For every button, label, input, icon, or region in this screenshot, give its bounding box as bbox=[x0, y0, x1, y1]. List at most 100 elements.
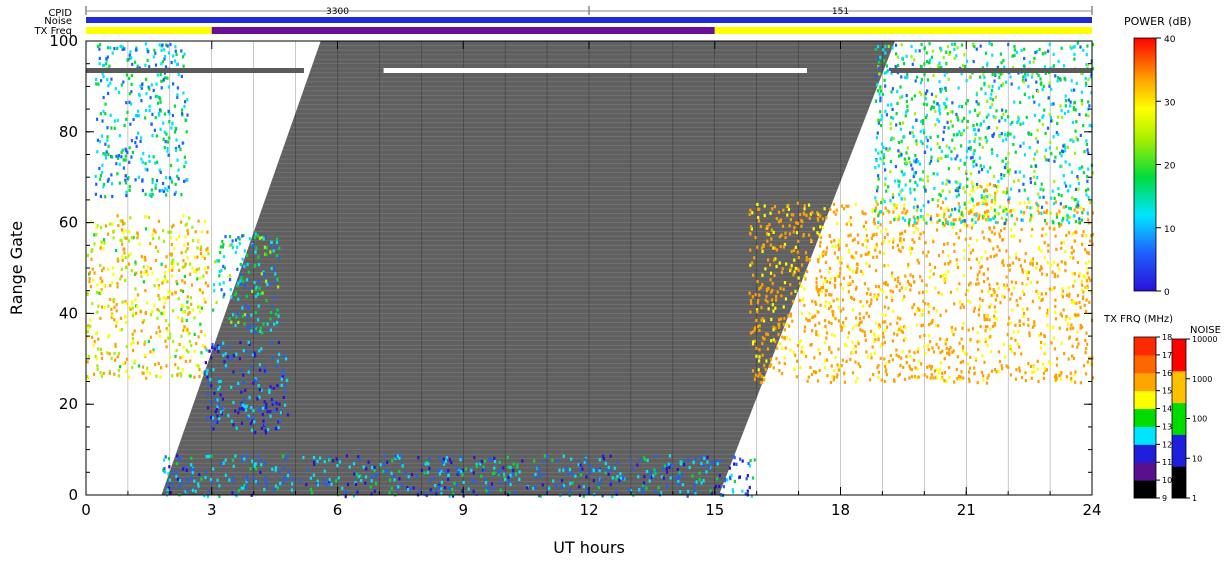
echo-mark bbox=[993, 321, 996, 326]
echo-mark bbox=[960, 43, 964, 47]
echo-mark bbox=[144, 288, 147, 293]
echo-mark bbox=[760, 374, 763, 378]
echo-mark bbox=[962, 305, 966, 309]
echo-mark bbox=[641, 490, 644, 494]
echo-mark bbox=[920, 324, 923, 328]
echo-mark bbox=[288, 470, 291, 474]
echo-mark bbox=[969, 172, 972, 176]
echo-mark bbox=[1069, 100, 1072, 104]
echo-mark bbox=[803, 207, 806, 211]
echo-mark bbox=[977, 347, 980, 352]
echo-mark bbox=[1030, 132, 1033, 137]
echo-mark bbox=[1030, 213, 1033, 217]
echo-mark bbox=[121, 242, 124, 246]
echo-mark bbox=[669, 476, 672, 480]
echo-mark bbox=[860, 320, 863, 324]
echo-mark bbox=[803, 212, 806, 216]
echo-mark bbox=[1024, 251, 1027, 256]
echo-mark bbox=[1024, 371, 1027, 375]
echo-mark bbox=[852, 326, 855, 330]
echo-mark bbox=[768, 222, 771, 227]
echo-mark bbox=[925, 51, 928, 55]
cpid-strip: 3300 151 bbox=[85, 6, 1093, 17]
echo-mark bbox=[998, 135, 1001, 139]
echo-mark bbox=[1043, 342, 1046, 346]
echo-mark bbox=[97, 304, 100, 308]
echo-mark bbox=[254, 232, 257, 236]
echo-mark bbox=[213, 289, 216, 293]
echo-mark bbox=[222, 264, 225, 269]
echo-mark bbox=[362, 465, 365, 469]
echo-mark bbox=[961, 326, 964, 330]
echo-mark bbox=[245, 294, 248, 298]
echo-mark bbox=[983, 196, 986, 200]
echo-mark bbox=[124, 181, 127, 185]
echo-mark bbox=[884, 206, 887, 210]
echo-mark bbox=[283, 390, 286, 394]
echo-mark bbox=[157, 309, 161, 313]
echo-mark bbox=[142, 280, 145, 284]
echo-mark bbox=[1045, 201, 1048, 205]
echo-mark bbox=[106, 135, 109, 139]
echo-mark bbox=[864, 212, 867, 216]
echo-mark bbox=[983, 75, 986, 80]
echo-mark bbox=[1085, 347, 1088, 351]
txfreq-strip bbox=[86, 27, 1092, 34]
txfreq-color-cell bbox=[1134, 337, 1156, 356]
echo-mark bbox=[877, 220, 880, 225]
echo-mark bbox=[152, 88, 155, 93]
echo-mark bbox=[1019, 100, 1022, 105]
echo-mark bbox=[953, 42, 956, 46]
echo-mark bbox=[180, 334, 183, 338]
echo-mark bbox=[819, 269, 822, 273]
echo-mark bbox=[1077, 313, 1080, 317]
echo-mark bbox=[253, 280, 256, 285]
echo-mark bbox=[975, 100, 978, 104]
echo-mark bbox=[905, 160, 908, 164]
echo-mark bbox=[131, 332, 134, 336]
echo-mark bbox=[1063, 111, 1067, 116]
echo-mark bbox=[181, 55, 185, 59]
echo-mark bbox=[761, 273, 764, 277]
echo-mark bbox=[556, 458, 559, 463]
echo-mark bbox=[906, 104, 909, 109]
echo-mark bbox=[991, 72, 994, 77]
echo-mark bbox=[820, 275, 823, 279]
echo-mark bbox=[1081, 283, 1084, 287]
echo-mark bbox=[131, 150, 134, 154]
echo-mark bbox=[1079, 323, 1082, 327]
echo-mark bbox=[1070, 300, 1074, 304]
echo-mark bbox=[733, 462, 736, 466]
echo-mark bbox=[1027, 362, 1030, 366]
echo-mark bbox=[885, 228, 888, 232]
echo-mark bbox=[932, 350, 936, 354]
echo-mark bbox=[426, 471, 429, 475]
echo-mark bbox=[754, 373, 757, 377]
echo-mark bbox=[823, 365, 827, 370]
echo-mark bbox=[316, 483, 320, 487]
echo-mark bbox=[213, 391, 216, 395]
echo-mark bbox=[116, 281, 119, 286]
echo-mark bbox=[231, 491, 234, 495]
echo-mark bbox=[918, 236, 921, 240]
echo-mark bbox=[836, 256, 839, 260]
echo-mark bbox=[967, 243, 971, 248]
echo-mark bbox=[280, 377, 283, 381]
echo-mark bbox=[1084, 275, 1087, 279]
echo-mark bbox=[230, 320, 233, 324]
echo-mark bbox=[897, 354, 900, 359]
echo-mark bbox=[194, 489, 197, 493]
echo-mark bbox=[989, 166, 992, 170]
echo-mark bbox=[965, 169, 968, 174]
echo-mark bbox=[1085, 139, 1088, 143]
echo-mark bbox=[884, 168, 887, 172]
echo-mark bbox=[552, 479, 555, 483]
echo-mark bbox=[174, 49, 177, 53]
echo-mark bbox=[911, 130, 914, 134]
echo-mark bbox=[901, 216, 905, 220]
echo-mark bbox=[275, 237, 279, 241]
echo-mark bbox=[909, 191, 912, 195]
echo-mark bbox=[1067, 322, 1070, 326]
echo-mark bbox=[932, 240, 935, 244]
echo-mark bbox=[1052, 221, 1055, 225]
